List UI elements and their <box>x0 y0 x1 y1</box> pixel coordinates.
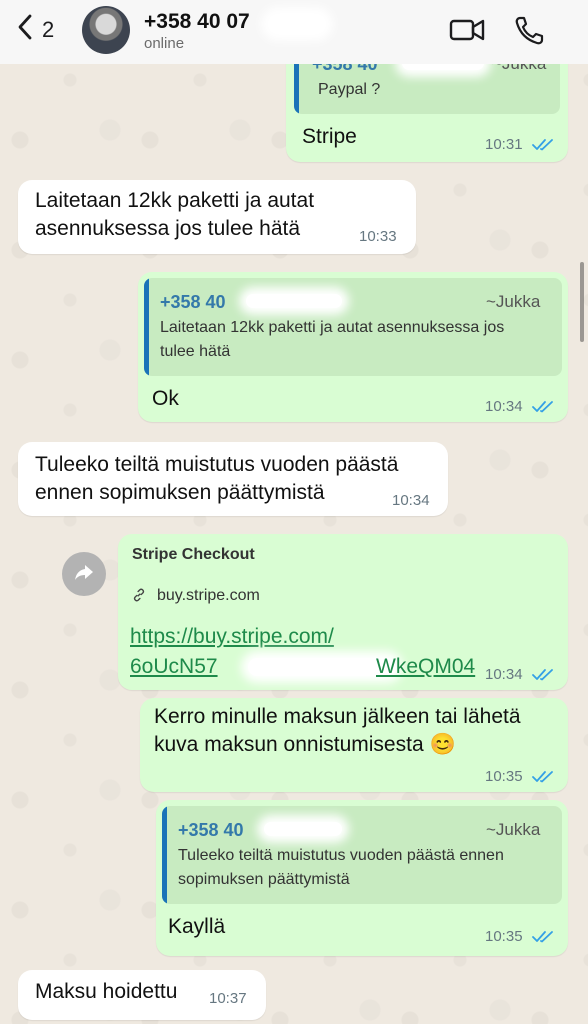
avatar[interactable] <box>82 6 130 54</box>
redaction <box>246 294 342 308</box>
message-bubble-incoming[interactable]: Laitetaan 12kk paketti ja autat asennuks… <box>18 180 416 254</box>
redaction <box>264 822 342 836</box>
message-bubble-incoming[interactable]: Tuleeko teiltä muistutus vuoden päästä e… <box>18 442 448 516</box>
message-text-line: Laitetaan 12kk paketti ja autat <box>35 189 315 212</box>
contact-name[interactable]: +358 40 07 <box>144 10 250 34</box>
message-bubble-incoming[interactable]: Maksu hoidettu 10:37 <box>18 970 266 1020</box>
double-check-icon <box>532 668 554 687</box>
link-url-line[interactable]: https://buy.stripe.com/ <box>130 622 334 652</box>
quote-text-line: Tuleeko teiltä muistutus vuoden päästä e… <box>178 847 504 864</box>
message-time: 10:31 <box>485 136 523 153</box>
message-bubble-outgoing-link[interactable]: Stripe Checkout buy.stripe.com https://b… <box>118 534 568 690</box>
contact-status: online <box>144 35 185 52</box>
forward-icon <box>73 561 95 588</box>
message-bubble-outgoing[interactable]: +358 40 ~Jukka Tuleeko teiltä muistutus … <box>156 800 568 956</box>
link-url-end[interactable]: WkeQM04 <box>376 652 475 682</box>
message-time: 10:34 <box>485 666 523 683</box>
redaction <box>248 658 396 676</box>
quoted-message[interactable]: +358 40 ~Jukka Tuleeko teiltä muistutus … <box>162 806 562 904</box>
message-text-line: ennen sopimuksen päättymistä <box>35 481 325 504</box>
link-preview-title[interactable]: Stripe Checkout <box>132 546 255 564</box>
video-call-button[interactable] <box>448 14 486 51</box>
double-check-icon <box>532 770 554 789</box>
message-time: 10:37 <box>209 990 247 1007</box>
quote-text-line: sopimuksen päättymistä <box>178 871 350 888</box>
quote-text: Paypal ? <box>318 81 381 98</box>
voice-call-button[interactable] <box>512 14 550 51</box>
back-button[interactable]: 2 <box>16 14 54 45</box>
quote-author: ~Jukka <box>486 820 541 839</box>
quote-author: ~Jukka <box>486 292 541 311</box>
quote-text-line: Laitetaan 12kk paketti ja autat asennuks… <box>160 319 505 336</box>
quote-text-line: tulee hätä <box>160 343 231 360</box>
quoted-message[interactable]: +358 40 ~Jukka Laitetaan 12kk paketti ja… <box>144 278 562 376</box>
double-check-icon <box>532 400 554 419</box>
message-text: Maksu hoidettu <box>35 980 178 1003</box>
quote-phone: +358 40 <box>160 292 226 312</box>
message-text: Ok <box>152 387 179 410</box>
message-text-line: Kerro minulle maksun jälkeen tai lähetä <box>154 705 521 728</box>
message-text: Kayllä <box>168 915 226 938</box>
message-time: 10:34 <box>392 492 430 509</box>
link-url-line[interactable]: 6oUcN57 <box>130 652 218 682</box>
back-chevron-icon <box>16 14 34 45</box>
message-time: 10:35 <box>485 768 523 785</box>
link-domain: buy.stripe.com <box>157 587 260 604</box>
message-time: 10:34 <box>485 398 523 415</box>
message-time: 10:35 <box>485 928 523 945</box>
message-text: Stripe <box>302 125 357 148</box>
phone-icon <box>512 16 550 50</box>
chat-header: 2 +358 40 07 online <box>0 0 588 64</box>
message-bubble-outgoing[interactable]: +358 40 ~Jukka Laitetaan 12kk paketti ja… <box>138 272 568 422</box>
unread-count: 2 <box>42 16 55 42</box>
double-check-icon <box>532 138 554 157</box>
message-time: 10:33 <box>359 228 397 245</box>
message-text-line: Tuleeko teiltä muistutus vuoden päästä <box>35 453 399 476</box>
forward-button[interactable] <box>62 552 106 596</box>
video-call-icon <box>448 19 486 50</box>
message-bubble-outgoing[interactable]: Kerro minulle maksun jälkeen tai lähetä … <box>140 698 568 792</box>
message-text-line: kuva maksun onnistumisesta 😊 <box>154 733 456 756</box>
scrollbar[interactable] <box>580 262 584 342</box>
redaction <box>268 14 326 34</box>
link-icon <box>132 588 146 607</box>
message-text-line: asennuksessa jos tulee hätä <box>35 217 301 240</box>
double-check-icon <box>532 930 554 949</box>
quote-phone: +358 40 <box>178 820 244 840</box>
